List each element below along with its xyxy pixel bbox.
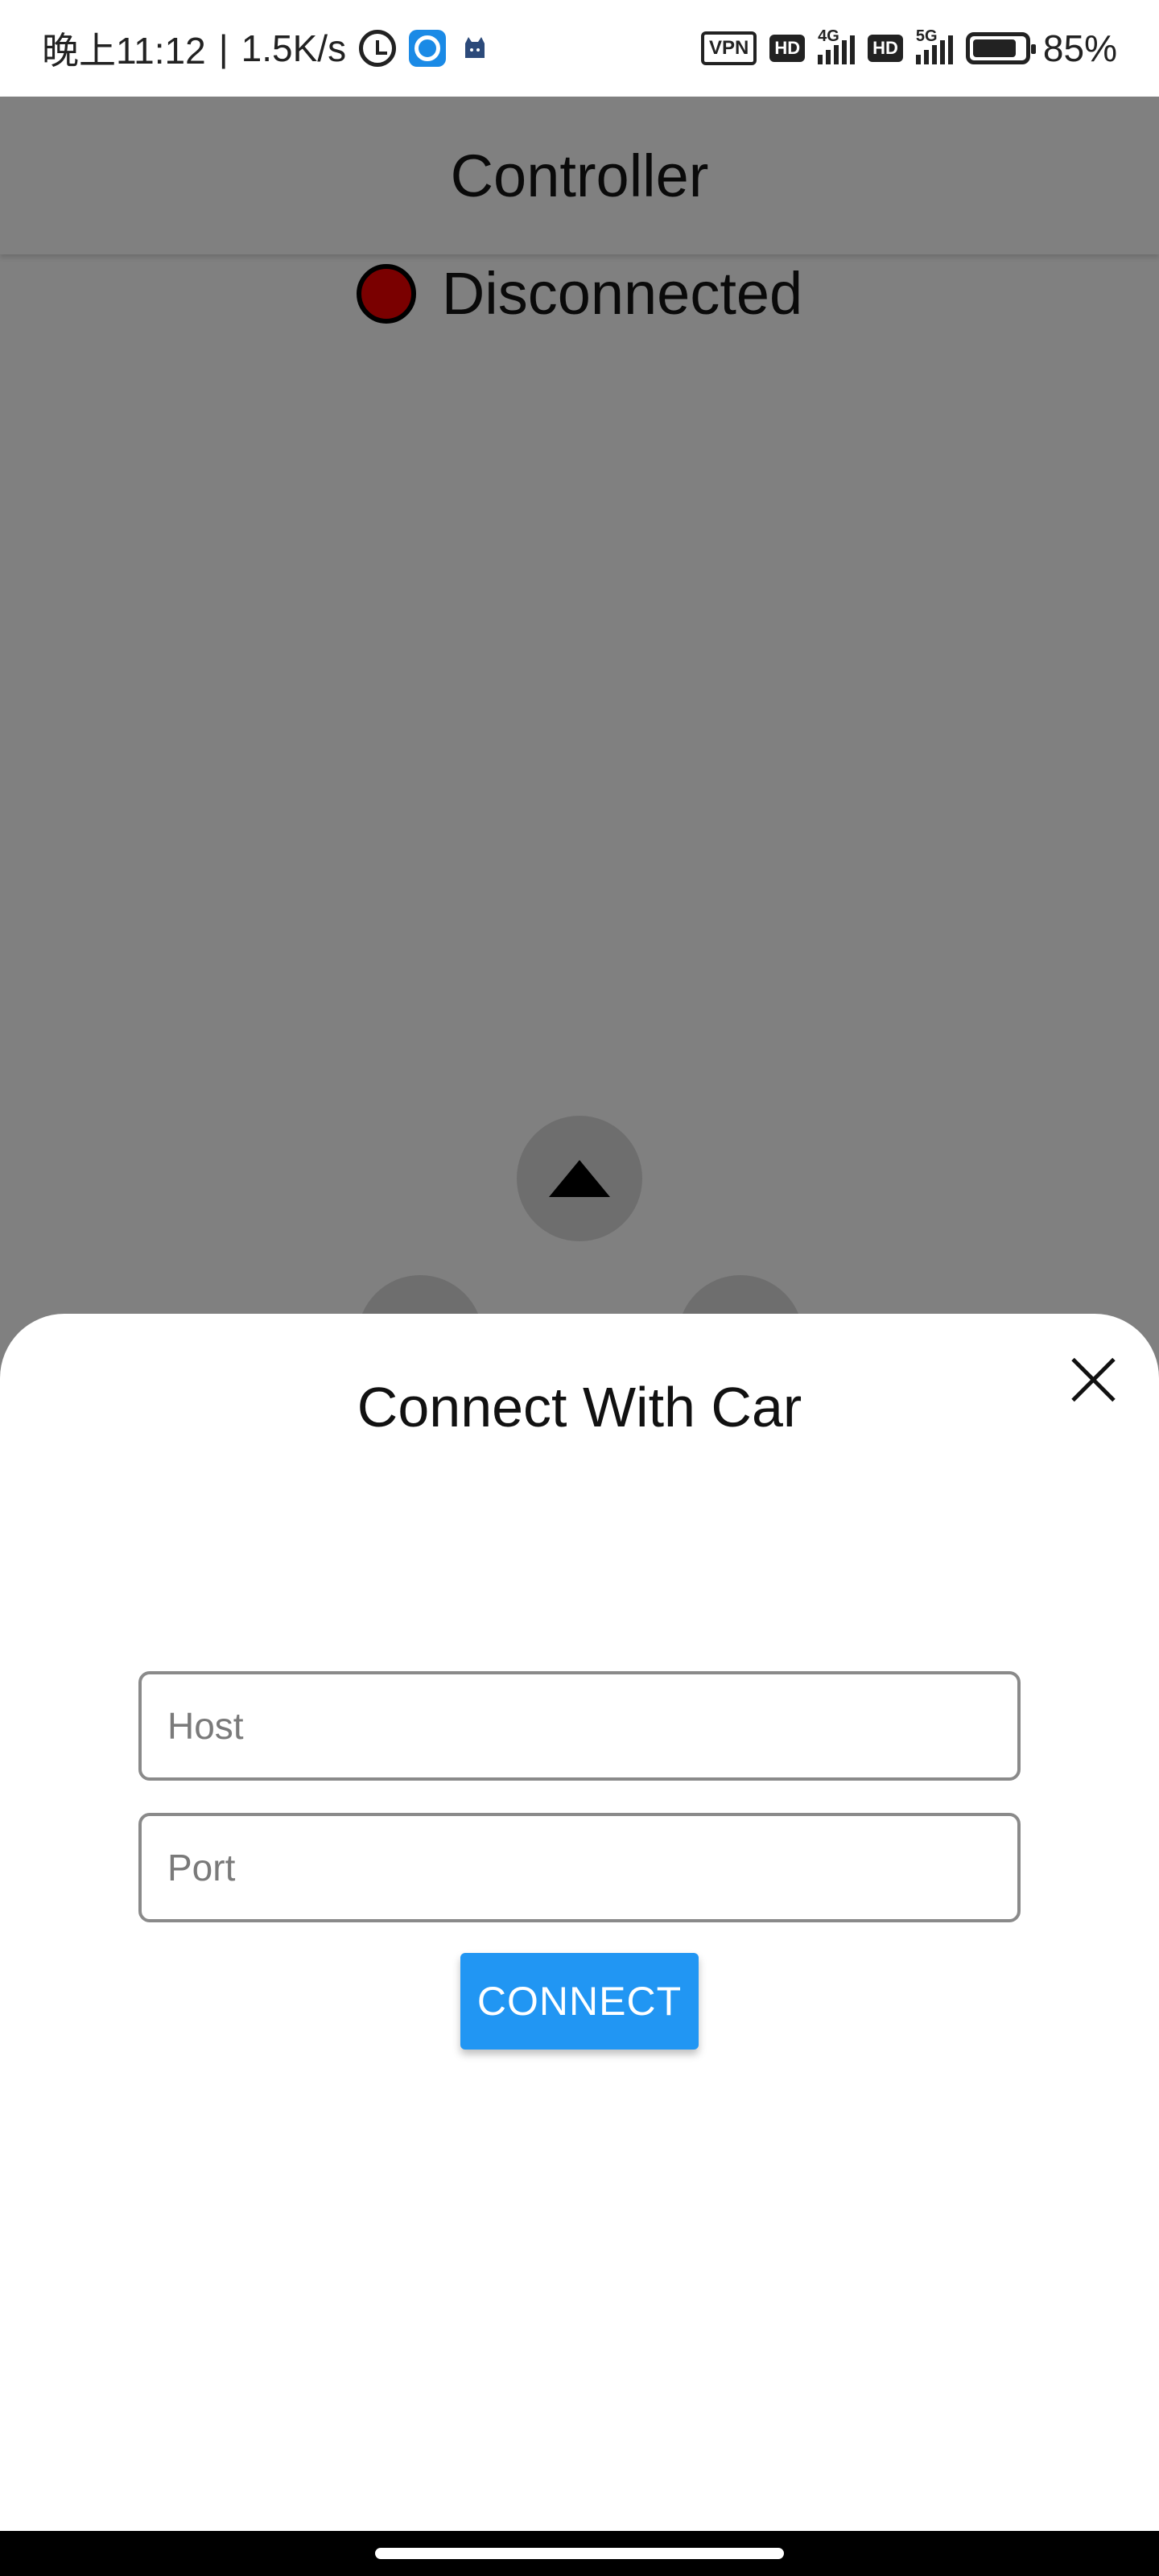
close-icon[interactable] (1069, 1354, 1120, 1406)
battery-fill (972, 39, 1016, 57)
connection-status: Disconnected (0, 259, 1159, 328)
move-forward-button[interactable] (517, 1116, 642, 1241)
hd-badge: HD (769, 35, 806, 62)
connect-bottom-sheet: Connect With Car CONNECT (0, 1314, 1159, 2531)
screen: 晚上11:12 | 1.5K/s VPN HD 4G HD 5G 85% Con… (0, 0, 1159, 2576)
battery-icon (965, 32, 1036, 64)
status-indicator-dot (356, 263, 416, 324)
arrow-up-icon (549, 1160, 610, 1197)
signal-4g-icon: 4G (818, 27, 856, 64)
notification-app-icon (409, 30, 447, 67)
cat-app-icon (459, 32, 491, 64)
network-speed: 1.5K/s (241, 27, 347, 69)
app-bar: Controller (0, 97, 1159, 254)
home-indicator[interactable] (375, 2548, 784, 2559)
vpn-badge: VPN (701, 31, 757, 65)
status-right: VPN HD 4G HD 5G 85% (701, 27, 1117, 70)
host-input[interactable] (138, 1671, 1021, 1781)
signal-5g-icon: 5G (915, 27, 953, 64)
status-bar: 晚上11:12 | 1.5K/s VPN HD 4G HD 5G 85% (0, 0, 1159, 97)
navigation-bar (0, 2531, 1159, 2576)
status-separator: | (218, 27, 229, 69)
page-title: Controller (450, 142, 709, 209)
hd-badge-2: HD (868, 35, 903, 62)
status-time: 晚上11:12 (42, 30, 206, 72)
connect-button[interactable]: CONNECT (460, 1953, 699, 2050)
network-type-5g: 5G (915, 27, 938, 45)
battery-percent: 85% (1042, 27, 1117, 69)
status-left: 晚上11:12 | 1.5K/s (42, 22, 491, 75)
alarm-icon (359, 30, 397, 67)
dialog-title: Connect With Car (357, 1376, 802, 1439)
port-input[interactable] (138, 1813, 1021, 1922)
connection-status-text: Disconnected (441, 260, 803, 327)
network-type-4g: 4G (818, 27, 839, 45)
